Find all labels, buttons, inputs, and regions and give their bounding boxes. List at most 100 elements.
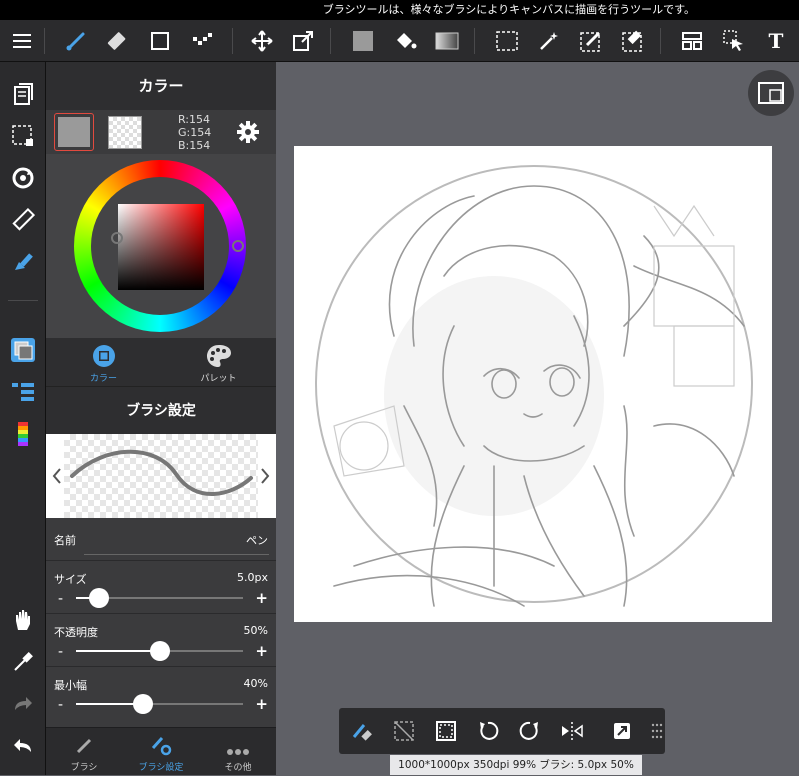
deselect-icon[interactable]: [383, 708, 425, 754]
export-icon[interactable]: [601, 708, 643, 754]
rectangle-icon[interactable]: [140, 20, 180, 62]
brush-eraser-toggle-icon[interactable]: [341, 708, 383, 754]
tooltip-bar: ブラシツールは、様々なブラシによりキャンバスに描画を行うツールです。: [0, 0, 799, 20]
menu-icon[interactable]: [2, 20, 42, 62]
opacity-value: 50%: [243, 624, 268, 637]
color-wheel-area: [46, 154, 276, 338]
tab-brush-settings[interactable]: ブラシ設定: [123, 728, 199, 776]
palette-icon: [161, 338, 276, 368]
chevron-left-icon[interactable]: [50, 466, 64, 486]
min-width-decrease-button[interactable]: -: [58, 697, 63, 713]
chevron-right-icon[interactable]: [258, 466, 272, 486]
opacity-decrease-button[interactable]: -: [58, 644, 63, 660]
opacity-label: 不透明度: [54, 626, 98, 639]
selection-toolbar: [339, 708, 665, 754]
pages-icon[interactable]: [0, 74, 46, 114]
select-eraser-icon[interactable]: [613, 20, 653, 62]
left-sidebar: [0, 62, 46, 775]
tab-palette[interactable]: パレット: [161, 338, 276, 386]
min-width-slider[interactable]: [76, 694, 243, 714]
color-bar-icon[interactable]: [0, 414, 46, 454]
rotate-canvas-icon[interactable]: [0, 158, 46, 198]
bottom-panel-tabs: ブラシ ブラシ設定 その他: [46, 727, 276, 775]
brush-settings-tab-icon: [123, 728, 199, 756]
hand-icon[interactable]: [0, 600, 46, 640]
selection-tool-icon[interactable]: [0, 116, 46, 156]
tab-other[interactable]: その他: [200, 728, 276, 776]
magic-wand-icon[interactable]: [529, 20, 569, 62]
size-value: 5.0px: [237, 571, 268, 584]
opacity-increase-button[interactable]: +: [255, 642, 268, 660]
tab-brush[interactable]: ブラシ: [46, 728, 122, 776]
panel-title: カラー: [46, 62, 276, 110]
text-icon[interactable]: T: [756, 20, 796, 62]
rgb-g: G:154: [178, 126, 212, 139]
rgb-r: R:154: [178, 113, 211, 126]
redo-icon[interactable]: [0, 684, 46, 724]
transform-icon[interactable]: [283, 20, 323, 62]
layers-icon[interactable]: [0, 372, 46, 412]
tab-palette-label: パレット: [200, 374, 237, 384]
min-width-increase-button[interactable]: +: [255, 695, 268, 713]
move-icon[interactable]: [242, 20, 282, 62]
pen-assist-icon[interactable]: [0, 242, 46, 282]
color-panel-icon[interactable]: [0, 330, 46, 370]
size-slider[interactable]: [76, 588, 243, 608]
layout-icon[interactable]: [672, 20, 712, 62]
min-width-value: 40%: [243, 677, 268, 690]
undo-icon[interactable]: [0, 726, 46, 766]
select-icon[interactable]: [487, 20, 527, 62]
select-pen-icon[interactable]: [571, 20, 611, 62]
grip-icon[interactable]: [649, 708, 665, 754]
color-panel: カラー R:154 G:154 B:154 カラー パレット ブラシ設定 名前 …: [46, 62, 276, 775]
tab-color-label: カラー: [89, 374, 117, 384]
brush-name-value: ペン: [246, 534, 268, 547]
rotate-right-icon[interactable]: [509, 708, 551, 754]
saturation-value-box[interactable]: [118, 204, 204, 290]
gear-icon[interactable]: [236, 120, 260, 148]
rgb-b: B:154: [178, 139, 211, 152]
ruler-icon[interactable]: [0, 200, 46, 240]
select-all-icon[interactable]: [425, 708, 467, 754]
drawing-canvas[interactable]: [294, 146, 772, 622]
sketch-drawing: [315, 165, 753, 607]
flip-horizontal-icon[interactable]: [551, 708, 593, 754]
size-increase-button[interactable]: +: [255, 589, 268, 607]
select-arrow-icon[interactable]: [714, 20, 754, 62]
brush-name-row[interactable]: 名前 ペン: [46, 518, 276, 560]
eyedropper-icon[interactable]: [0, 642, 46, 682]
tab-color[interactable]: カラー: [46, 338, 161, 386]
brush-preview: [46, 434, 276, 518]
rotate-left-icon[interactable]: [467, 708, 509, 754]
sub-color-swatch[interactable]: [108, 116, 142, 149]
size-label: サイズ: [54, 573, 87, 586]
brush-icon[interactable]: [56, 20, 96, 62]
window-icon: [758, 82, 784, 104]
color-tabs: カラー パレット: [46, 338, 276, 386]
opacity-row: 不透明度 50% - +: [46, 613, 276, 666]
bucket-icon[interactable]: [385, 20, 425, 62]
min-width-row: 最小幅 40% - +: [46, 666, 276, 719]
brush-name-label: 名前: [54, 534, 76, 547]
brush-settings-title: ブラシ設定: [46, 386, 276, 434]
size-slider-knob[interactable]: [89, 588, 109, 608]
gradient-icon[interactable]: [427, 20, 467, 62]
rgb-readout: R:154 G:154 B:154: [178, 113, 211, 152]
opacity-slider-knob[interactable]: [150, 641, 170, 661]
color-swatches: R:154 G:154 B:154: [46, 110, 276, 154]
fill-color-icon[interactable]: [343, 20, 383, 62]
min-width-label: 最小幅: [54, 679, 87, 692]
size-decrease-button[interactable]: -: [58, 591, 63, 607]
dot-brush-icon[interactable]: [183, 20, 223, 62]
min-width-slider-knob[interactable]: [133, 694, 153, 714]
saturation-handle[interactable]: [111, 232, 123, 244]
opacity-slider[interactable]: [76, 641, 243, 661]
canvas-view-button[interactable]: [748, 70, 794, 116]
top-toolbar: T: [0, 20, 799, 62]
hue-handle[interactable]: [232, 240, 244, 252]
size-row: サイズ 5.0px - +: [46, 560, 276, 613]
status-bar: 1000*1000px 350dpi 99% ブラシ: 5.0px 50%: [390, 755, 642, 775]
eraser-icon[interactable]: [98, 20, 138, 62]
main-color-swatch[interactable]: [54, 113, 94, 151]
tab-brush-settings-label: ブラシ設定: [138, 763, 184, 773]
